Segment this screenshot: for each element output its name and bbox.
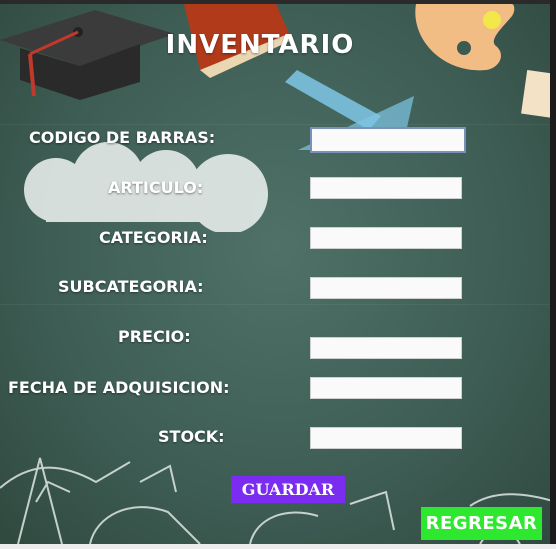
price-input[interactable] bbox=[310, 337, 462, 359]
window-bottom-bar bbox=[0, 544, 556, 549]
stock-input[interactable] bbox=[310, 427, 462, 449]
window-edge bbox=[550, 0, 556, 549]
barcode-input[interactable] bbox=[310, 127, 466, 153]
stock-label: STOCK: bbox=[158, 427, 225, 446]
back-button[interactable]: REGRESAR bbox=[421, 507, 542, 540]
acquisition-date-input[interactable] bbox=[310, 377, 462, 399]
inventory-form-screen: INVENTARIO CODIGO DE BARRAS: ARTICULO: C… bbox=[0, 4, 556, 544]
article-label: ARTICULO: bbox=[108, 178, 204, 197]
board-texture bbox=[0, 124, 556, 125]
subcategory-label: SUBCATEGORIA: bbox=[58, 277, 204, 296]
category-label: CATEGORIA: bbox=[99, 228, 208, 247]
article-input[interactable] bbox=[310, 177, 462, 199]
price-label: PRECIO: bbox=[118, 327, 191, 346]
barcode-label: CODIGO DE BARRAS: bbox=[29, 128, 216, 147]
subcategory-input[interactable] bbox=[310, 277, 462, 299]
acquisition-date-label: FECHA DE ADQUISICION: bbox=[8, 378, 230, 397]
save-button[interactable]: GUARDAR bbox=[231, 476, 345, 503]
page-title: INVENTARIO bbox=[165, 30, 355, 60]
board-texture bbox=[0, 304, 556, 305]
category-input[interactable] bbox=[310, 227, 462, 249]
